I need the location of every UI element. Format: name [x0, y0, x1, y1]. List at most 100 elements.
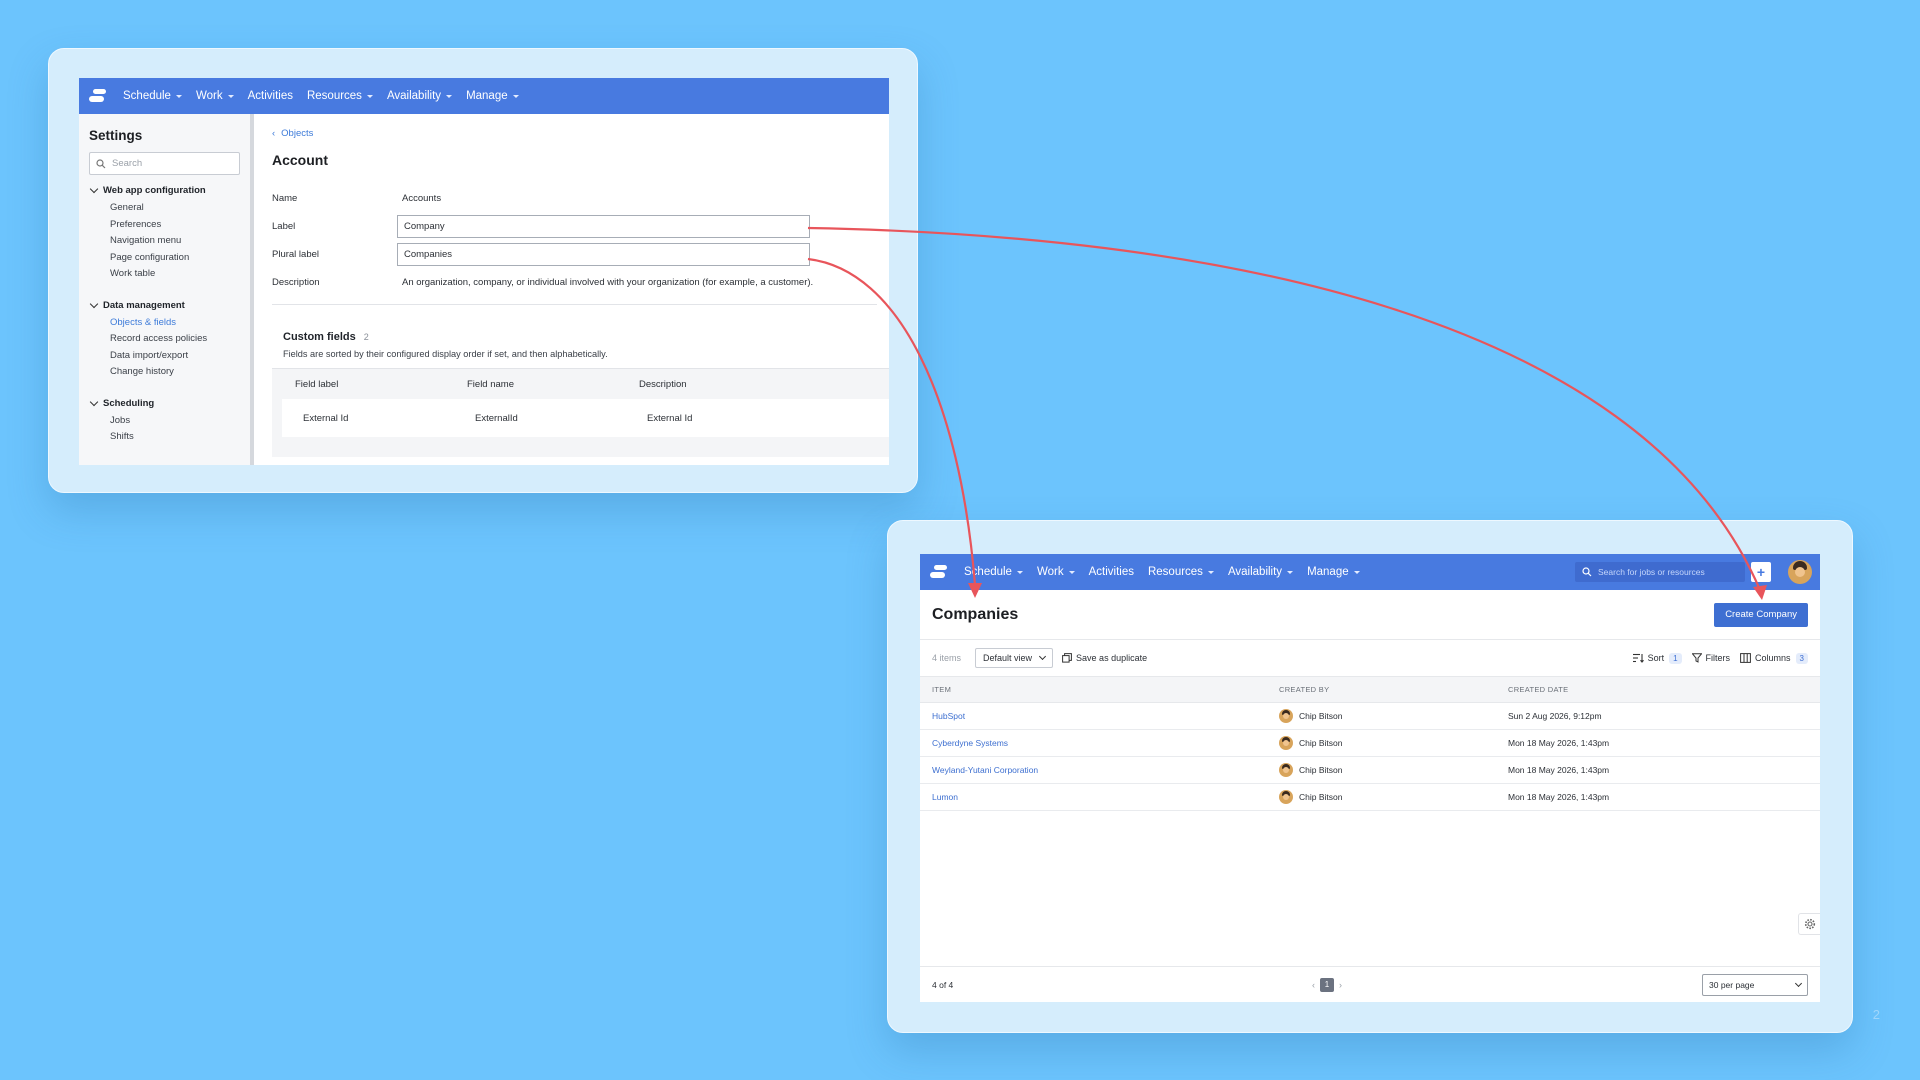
nav-label: Activities [1088, 566, 1134, 578]
user-avatar[interactable] [1788, 560, 1812, 584]
group-scheduling[interactable]: Scheduling [89, 397, 240, 409]
sidebar-item-jobs[interactable]: Jobs [89, 413, 240, 430]
pagination-footer: 4 of 4 ‹ 1 › 30 per page [920, 966, 1820, 1002]
item-link[interactable]: HubSpot [932, 711, 1279, 721]
page-title: Account [272, 152, 328, 168]
nav-availability[interactable]: Availability [1227, 566, 1294, 578]
group-web-app-configuration[interactable]: Web app configuration [89, 184, 240, 196]
list-toolbar: 4 items Default view Save as duplicate S… [920, 640, 1820, 677]
nav-activities[interactable]: Activities [1089, 566, 1134, 578]
nav-label: Availability [1227, 566, 1283, 578]
nav-activities[interactable]: Activities [248, 90, 293, 102]
label-label: Label [272, 220, 296, 232]
chevron-down-icon [89, 184, 99, 194]
save-as-duplicate-button[interactable]: Save as duplicate [1062, 653, 1147, 663]
sidebar-item-preferences[interactable]: Preferences [89, 217, 240, 234]
app-logo-icon[interactable] [89, 88, 111, 104]
chevron-down-icon [89, 299, 99, 308]
description-value: An organization, company, or individual … [402, 276, 814, 288]
search-icon [96, 158, 106, 168]
column-header-created-date[interactable]: CREATED DATE [1508, 685, 1820, 694]
column-header-item[interactable]: ITEM [932, 685, 1279, 694]
column-header-created-by[interactable]: CREATED BY [1279, 685, 1508, 694]
caret-down-icon [366, 94, 373, 98]
nav-schedule[interactable]: Schedule [964, 566, 1023, 578]
sidebar-item-shifts[interactable]: Shifts [89, 429, 240, 446]
sort-label: Sort [1647, 653, 1665, 663]
nav-manage[interactable]: Manage [466, 90, 519, 102]
sidebar-title: Settings [89, 128, 143, 143]
nav-schedule[interactable]: Schedule [123, 90, 182, 102]
chevron-left-icon[interactable]: ‹ [1312, 980, 1315, 990]
nav-label: Availability [386, 90, 442, 102]
sidebar-item-data-import-export[interactable]: Data import/export [89, 348, 240, 365]
current-page[interactable]: 1 [1320, 977, 1334, 992]
created-date: Sun 2 Aug 2026, 9:12pm [1508, 711, 1602, 721]
sidebar-item-page-configuration[interactable]: Page configuration [89, 250, 240, 267]
nav-resources[interactable]: Resources [307, 90, 373, 102]
item-link[interactable]: Weyland-Yutani Corporation [932, 765, 1279, 775]
caret-down-icon [1207, 570, 1214, 574]
per-page-value: 30 per page [1709, 979, 1755, 990]
nav-availability[interactable]: Availability [386, 90, 453, 102]
group-data-management[interactable]: Data management [89, 299, 240, 311]
breadcrumb-link[interactable]: Objects [281, 128, 313, 139]
settings-search-input[interactable]: Search [89, 152, 240, 175]
cell-field-label: External Id [303, 412, 349, 424]
global-search-input[interactable]: Search for jobs or resources [1575, 562, 1745, 582]
avatar [1279, 790, 1293, 804]
view-select[interactable]: Default view [975, 648, 1054, 668]
app-logo-icon[interactable] [930, 564, 952, 580]
sidebar-item-navigation-menu[interactable]: Navigation menu [89, 233, 240, 250]
items-count: 4 items [932, 653, 962, 663]
description-row: Description An organization, company, or… [272, 268, 889, 296]
columns-icon [1740, 653, 1751, 663]
table-row[interactable]: Weyland-Yutani Corporation Chip Bitson M… [920, 757, 1820, 784]
item-link[interactable]: Cyberdyne Systems [932, 738, 1279, 748]
save-as-duplicate-label: Save as duplicate [1076, 653, 1148, 663]
add-button[interactable]: + [1751, 562, 1771, 582]
filters-button[interactable]: Filters [1691, 653, 1730, 663]
sidebar-item-general[interactable]: General [89, 200, 240, 217]
nav-manage[interactable]: Manage [1307, 566, 1360, 578]
top-navbar: Schedule Work Activities Resources Avail… [79, 78, 889, 114]
cell-description: External Id [647, 412, 693, 424]
table-row[interactable]: Lumon Chip Bitson Mon 18 May 2026, 1:43p… [920, 784, 1820, 811]
table-row[interactable]: Cyberdyne Systems Chip Bitson Mon 18 May… [920, 730, 1820, 757]
caret-down-icon [1287, 570, 1294, 574]
breadcrumb[interactable]: ‹ Objects [272, 128, 889, 139]
sidebar-item-objects-fields[interactable]: Objects & fields [89, 315, 240, 332]
columns-button[interactable]: Columns 3 [1740, 652, 1808, 664]
sidebar-item-change-history[interactable]: Change history [89, 364, 240, 381]
create-company-button[interactable]: Create Company [1714, 602, 1808, 627]
custom-fields-title: Custom fields [283, 331, 356, 343]
view-select-value: Default view [983, 653, 1033, 663]
avatar [1279, 736, 1293, 750]
item-link[interactable]: Lumon [932, 792, 1279, 802]
nav-label: Manage [1307, 566, 1349, 578]
plural-label-input[interactable]: Companies [397, 242, 810, 266]
nav-resources[interactable]: Resources [1148, 566, 1214, 578]
table-row[interactable]: HubSpot Chip Bitson Sun 2 Aug 2026, 9:12… [920, 703, 1820, 730]
settings-gear-button[interactable] [1798, 913, 1820, 935]
sort-icon [1632, 653, 1644, 663]
pager: ‹ 1 › [1312, 977, 1342, 992]
cell-field-name: ExternalId [475, 412, 518, 424]
columns-label: Columns [1755, 653, 1791, 663]
table-row[interactable]: External Id ExternalId External Id [282, 399, 889, 437]
sidebar-item-record-access-policies[interactable]: Record access policies [89, 331, 240, 348]
nav-label: Resources [306, 90, 362, 102]
object-detail-panel: ‹ Objects Account Name Accounts Label Co… [272, 114, 889, 465]
page-header: Companies Create Company [920, 590, 1820, 640]
nav-work[interactable]: Work [196, 90, 234, 102]
per-page-select[interactable]: 30 per page [1702, 973, 1808, 996]
sort-button[interactable]: Sort 1 [1632, 652, 1682, 664]
result-count: 4 of 4 [932, 979, 954, 990]
slide-number: 2 [1872, 1007, 1880, 1022]
nav-work[interactable]: Work [1037, 566, 1075, 578]
sidebar-item-work-table[interactable]: Work table [89, 266, 240, 283]
filter-icon [1691, 653, 1702, 663]
label-input[interactable]: Company [397, 214, 810, 238]
column-header: Description [639, 378, 687, 390]
chevron-right-icon[interactable]: › [1339, 980, 1342, 990]
